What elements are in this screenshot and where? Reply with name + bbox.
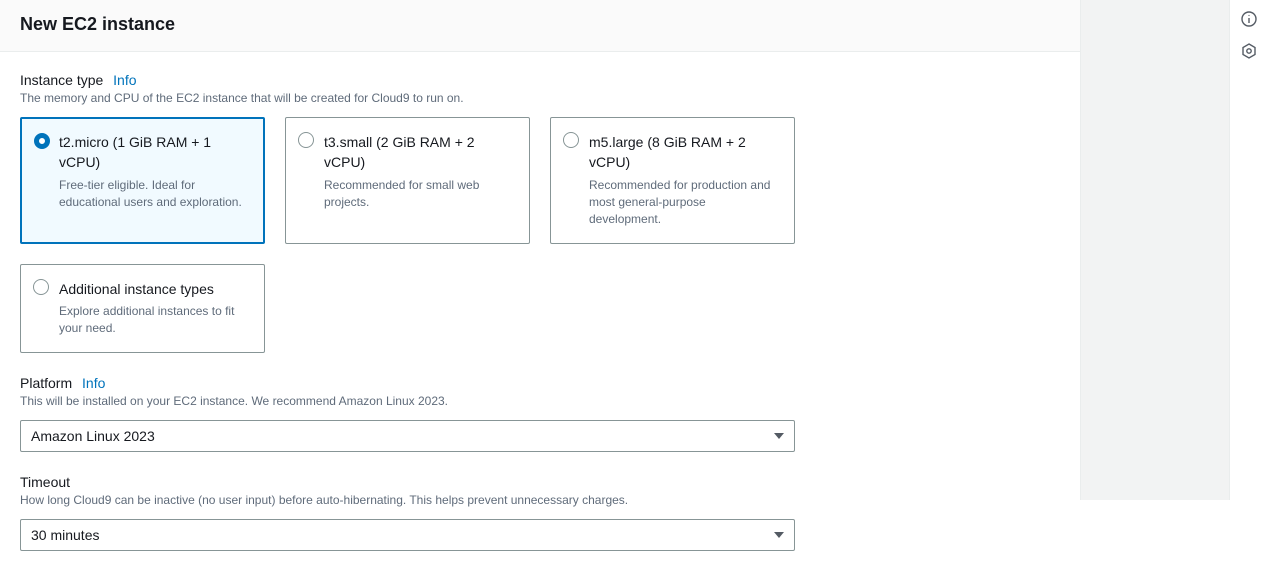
page-title: New EC2 instance xyxy=(20,14,1060,35)
instance-type-section: Instance type Info The memory and CPU of… xyxy=(20,72,1060,353)
platform-help: This will be installed on your EC2 insta… xyxy=(20,394,1060,408)
radio-icon xyxy=(34,133,50,149)
timeout-select[interactable]: 30 minutes xyxy=(20,519,795,551)
panel-header: New EC2 instance xyxy=(0,0,1080,52)
main-column: New EC2 instance Instance type Info The … xyxy=(0,0,1080,500)
tile-title: t2.micro (1 GiB RAM + 1 vCPU) xyxy=(59,132,250,173)
tile-desc: Recommended for production and most gene… xyxy=(589,177,780,229)
tile-t2-micro[interactable]: t2.micro (1 GiB RAM + 1 vCPU) Free-tier … xyxy=(20,117,265,244)
instance-type-help: The memory and CPU of the EC2 instance t… xyxy=(20,91,1060,105)
caret-down-icon xyxy=(774,532,784,538)
radio-icon xyxy=(563,132,579,148)
tile-desc: Explore additional instances to fit your… xyxy=(59,303,250,338)
tile-t3-small[interactable]: t3.small (2 GiB RAM + 2 vCPU) Recommende… xyxy=(285,117,530,244)
info-icon[interactable] xyxy=(1240,10,1258,28)
settings-hex-icon[interactable] xyxy=(1240,42,1258,60)
radio-icon xyxy=(33,279,49,295)
platform-info-link[interactable]: Info xyxy=(82,375,105,391)
caret-down-icon xyxy=(774,433,784,439)
instance-type-info-link[interactable]: Info xyxy=(113,72,136,88)
tile-title: Additional instance types xyxy=(59,279,250,299)
instance-type-label-row: Instance type Info xyxy=(20,72,1060,88)
instance-type-label: Instance type xyxy=(20,72,103,88)
instance-type-tiles-row2: Additional instance types Explore additi… xyxy=(20,264,1060,353)
tile-title: m5.large (8 GiB RAM + 2 vCPU) xyxy=(589,132,780,173)
right-panel xyxy=(1080,0,1230,500)
timeout-section: Timeout How long Cloud9 can be inactive … xyxy=(20,474,1060,551)
timeout-label: Timeout xyxy=(20,474,70,490)
instance-type-tiles-row1: t2.micro (1 GiB RAM + 1 vCPU) Free-tier … xyxy=(20,117,1060,244)
tile-title: t3.small (2 GiB RAM + 2 vCPU) xyxy=(324,132,515,173)
platform-label-row: Platform Info xyxy=(20,375,1060,391)
panel-content: Instance type Info The memory and CPU of… xyxy=(0,52,1080,573)
platform-section: Platform Info This will be installed on … xyxy=(20,375,1060,452)
tile-desc: Recommended for small web projects. xyxy=(324,177,515,212)
tile-m5-large[interactable]: m5.large (8 GiB RAM + 2 vCPU) Recommende… xyxy=(550,117,795,244)
platform-select-value: Amazon Linux 2023 xyxy=(31,428,155,444)
platform-select[interactable]: Amazon Linux 2023 xyxy=(20,420,795,452)
radio-icon xyxy=(298,132,314,148)
icon-rail xyxy=(1230,0,1267,500)
tile-desc: Free-tier eligible. Ideal for educationa… xyxy=(59,177,250,212)
timeout-label-row: Timeout xyxy=(20,474,1060,490)
tile-additional-types[interactable]: Additional instance types Explore additi… xyxy=(20,264,265,353)
platform-label: Platform xyxy=(20,375,72,391)
timeout-select-value: 30 minutes xyxy=(31,527,99,543)
